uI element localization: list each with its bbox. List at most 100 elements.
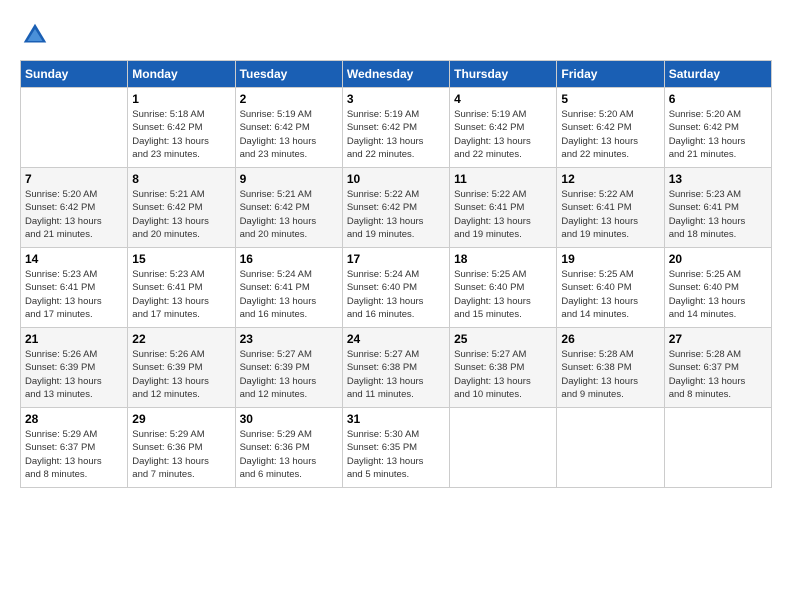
calendar-cell: 10 Sunrise: 5:22 AM Sunset: 6:42 PM Dayli… — [342, 168, 449, 248]
day-info: Sunrise: 5:28 AM Sunset: 6:38 PM Dayligh… — [561, 348, 659, 401]
calendar-cell: 19 Sunrise: 5:25 AM Sunset: 6:40 PM Dayli… — [557, 248, 664, 328]
day-info: Sunrise: 5:22 AM Sunset: 6:41 PM Dayligh… — [561, 188, 659, 241]
day-info: Sunrise: 5:26 AM Sunset: 6:39 PM Dayligh… — [132, 348, 230, 401]
day-number: 23 — [240, 332, 338, 346]
day-number: 28 — [25, 412, 123, 426]
calendar-cell: 6 Sunrise: 5:20 AM Sunset: 6:42 PM Daylig… — [664, 88, 771, 168]
day-info: Sunrise: 5:18 AM Sunset: 6:42 PM Dayligh… — [132, 108, 230, 161]
calendar-cell: 20 Sunrise: 5:25 AM Sunset: 6:40 PM Dayli… — [664, 248, 771, 328]
day-info: Sunrise: 5:20 AM Sunset: 6:42 PM Dayligh… — [561, 108, 659, 161]
calendar-cell: 12 Sunrise: 5:22 AM Sunset: 6:41 PM Dayli… — [557, 168, 664, 248]
day-number: 9 — [240, 172, 338, 186]
calendar-cell: 17 Sunrise: 5:24 AM Sunset: 6:40 PM Dayli… — [342, 248, 449, 328]
calendar-cell — [21, 88, 128, 168]
day-info: Sunrise: 5:29 AM Sunset: 6:37 PM Dayligh… — [25, 428, 123, 481]
calendar-cell: 27 Sunrise: 5:28 AM Sunset: 6:37 PM Dayli… — [664, 328, 771, 408]
calendar-cell: 4Sunrise: 5:19 AM Sunset: 6:42 PM Daylig… — [450, 88, 557, 168]
calendar-cell: 1 Sunrise: 5:18 AM Sunset: 6:42 PM Daylig… — [128, 88, 235, 168]
day-info: Sunrise: 5:23 AM Sunset: 6:41 PM Dayligh… — [132, 268, 230, 321]
calendar-cell: 9 Sunrise: 5:21 AM Sunset: 6:42 PM Daylig… — [235, 168, 342, 248]
day-number: 26 — [561, 332, 659, 346]
calendar-cell: 16Sunrise: 5:24 AM Sunset: 6:41 PM Dayli… — [235, 248, 342, 328]
day-number: 5 — [561, 92, 659, 106]
day-info: Sunrise: 5:25 AM Sunset: 6:40 PM Dayligh… — [561, 268, 659, 321]
calendar-cell: 31 Sunrise: 5:30 AM Sunset: 6:35 PM Dayli… — [342, 408, 449, 488]
calendar-cell: 5 Sunrise: 5:20 AM Sunset: 6:42 PM Daylig… — [557, 88, 664, 168]
calendar-cell: 22 Sunrise: 5:26 AM Sunset: 6:39 PM Dayli… — [128, 328, 235, 408]
calendar-cell: 15Sunrise: 5:23 AM Sunset: 6:41 PM Dayli… — [128, 248, 235, 328]
day-info: Sunrise: 5:20 AM Sunset: 6:42 PM Dayligh… — [25, 188, 123, 241]
day-number: 29 — [132, 412, 230, 426]
day-number: 21 — [25, 332, 123, 346]
day-info: Sunrise: 5:29 AM Sunset: 6:36 PM Dayligh… — [240, 428, 338, 481]
day-info: Sunrise: 5:20 AM Sunset: 6:42 PM Dayligh… — [669, 108, 767, 161]
calendar-cell: 2 Sunrise: 5:19 AM Sunset: 6:42 PM Daylig… — [235, 88, 342, 168]
day-info: Sunrise: 5:23 AM Sunset: 6:41 PM Dayligh… — [669, 188, 767, 241]
calendar-cell — [664, 408, 771, 488]
day-info: Sunrise: 5:21 AM Sunset: 6:42 PM Dayligh… — [132, 188, 230, 241]
day-number: 1 — [132, 92, 230, 106]
weekday-header-thursday: Thursday — [450, 61, 557, 88]
day-number: 14 — [25, 252, 123, 266]
weekday-header-wednesday: Wednesday — [342, 61, 449, 88]
day-info: Sunrise: 5:21 AM Sunset: 6:42 PM Dayligh… — [240, 188, 338, 241]
calendar-cell: 30 Sunrise: 5:29 AM Sunset: 6:36 PM Dayli… — [235, 408, 342, 488]
day-number: 27 — [669, 332, 767, 346]
weekday-header-friday: Friday — [557, 61, 664, 88]
day-number: 11 — [454, 172, 552, 186]
day-info: Sunrise: 5:24 AM Sunset: 6:40 PM Dayligh… — [347, 268, 445, 321]
calendar-week-row: 28 Sunrise: 5:29 AM Sunset: 6:37 PM Dayli… — [21, 408, 772, 488]
day-number: 3 — [347, 92, 445, 106]
day-number: 31 — [347, 412, 445, 426]
day-number: 4 — [454, 92, 552, 106]
day-number: 25 — [454, 332, 552, 346]
calendar-cell: 13Sunrise: 5:23 AM Sunset: 6:41 PM Dayli… — [664, 168, 771, 248]
day-info: Sunrise: 5:19 AM Sunset: 6:42 PM Dayligh… — [240, 108, 338, 161]
day-number: 16 — [240, 252, 338, 266]
weekday-header-row: SundayMondayTuesdayWednesdayThursdayFrid… — [21, 61, 772, 88]
day-info: Sunrise: 5:25 AM Sunset: 6:40 PM Dayligh… — [454, 268, 552, 321]
day-info: Sunrise: 5:27 AM Sunset: 6:38 PM Dayligh… — [454, 348, 552, 401]
calendar-cell: 21 Sunrise: 5:26 AM Sunset: 6:39 PM Dayli… — [21, 328, 128, 408]
calendar-week-row: 21 Sunrise: 5:26 AM Sunset: 6:39 PM Dayli… — [21, 328, 772, 408]
calendar-cell — [450, 408, 557, 488]
day-info: Sunrise: 5:28 AM Sunset: 6:37 PM Dayligh… — [669, 348, 767, 401]
day-number: 20 — [669, 252, 767, 266]
day-number: 10 — [347, 172, 445, 186]
calendar-week-row: 1 Sunrise: 5:18 AM Sunset: 6:42 PM Daylig… — [21, 88, 772, 168]
day-number: 12 — [561, 172, 659, 186]
day-info: Sunrise: 5:26 AM Sunset: 6:39 PM Dayligh… — [25, 348, 123, 401]
day-number: 19 — [561, 252, 659, 266]
day-info: Sunrise: 5:29 AM Sunset: 6:36 PM Dayligh… — [132, 428, 230, 481]
day-number: 7 — [25, 172, 123, 186]
day-info: Sunrise: 5:25 AM Sunset: 6:40 PM Dayligh… — [669, 268, 767, 321]
day-number: 6 — [669, 92, 767, 106]
day-info: Sunrise: 5:23 AM Sunset: 6:41 PM Dayligh… — [25, 268, 123, 321]
day-number: 24 — [347, 332, 445, 346]
calendar-cell: 8Sunrise: 5:21 AM Sunset: 6:42 PM Daylig… — [128, 168, 235, 248]
calendar-cell: 28 Sunrise: 5:29 AM Sunset: 6:37 PM Dayli… — [21, 408, 128, 488]
calendar-cell: 29 Sunrise: 5:29 AM Sunset: 6:36 PM Dayli… — [128, 408, 235, 488]
day-number: 30 — [240, 412, 338, 426]
day-info: Sunrise: 5:27 AM Sunset: 6:39 PM Dayligh… — [240, 348, 338, 401]
day-number: 2 — [240, 92, 338, 106]
day-info: Sunrise: 5:30 AM Sunset: 6:35 PM Dayligh… — [347, 428, 445, 481]
day-info: Sunrise: 5:27 AM Sunset: 6:38 PM Dayligh… — [347, 348, 445, 401]
day-number: 17 — [347, 252, 445, 266]
calendar-cell: 3Sunrise: 5:19 AM Sunset: 6:42 PM Daylig… — [342, 88, 449, 168]
logo — [20, 20, 54, 50]
day-info: Sunrise: 5:22 AM Sunset: 6:41 PM Dayligh… — [454, 188, 552, 241]
calendar-week-row: 14 Sunrise: 5:23 AM Sunset: 6:41 PM Dayli… — [21, 248, 772, 328]
calendar-cell: 25 Sunrise: 5:27 AM Sunset: 6:38 PM Dayli… — [450, 328, 557, 408]
calendar-week-row: 7 Sunrise: 5:20 AM Sunset: 6:42 PM Daylig… — [21, 168, 772, 248]
calendar-cell: 23 Sunrise: 5:27 AM Sunset: 6:39 PM Dayli… — [235, 328, 342, 408]
day-info: Sunrise: 5:22 AM Sunset: 6:42 PM Dayligh… — [347, 188, 445, 241]
logo-icon — [20, 20, 50, 50]
calendar-table: SundayMondayTuesdayWednesdayThursdayFrid… — [20, 60, 772, 488]
calendar-cell: 7 Sunrise: 5:20 AM Sunset: 6:42 PM Daylig… — [21, 168, 128, 248]
day-number: 22 — [132, 332, 230, 346]
day-number: 18 — [454, 252, 552, 266]
page-header — [20, 20, 772, 50]
calendar-cell — [557, 408, 664, 488]
calendar-cell: 11 Sunrise: 5:22 AM Sunset: 6:41 PM Dayli… — [450, 168, 557, 248]
